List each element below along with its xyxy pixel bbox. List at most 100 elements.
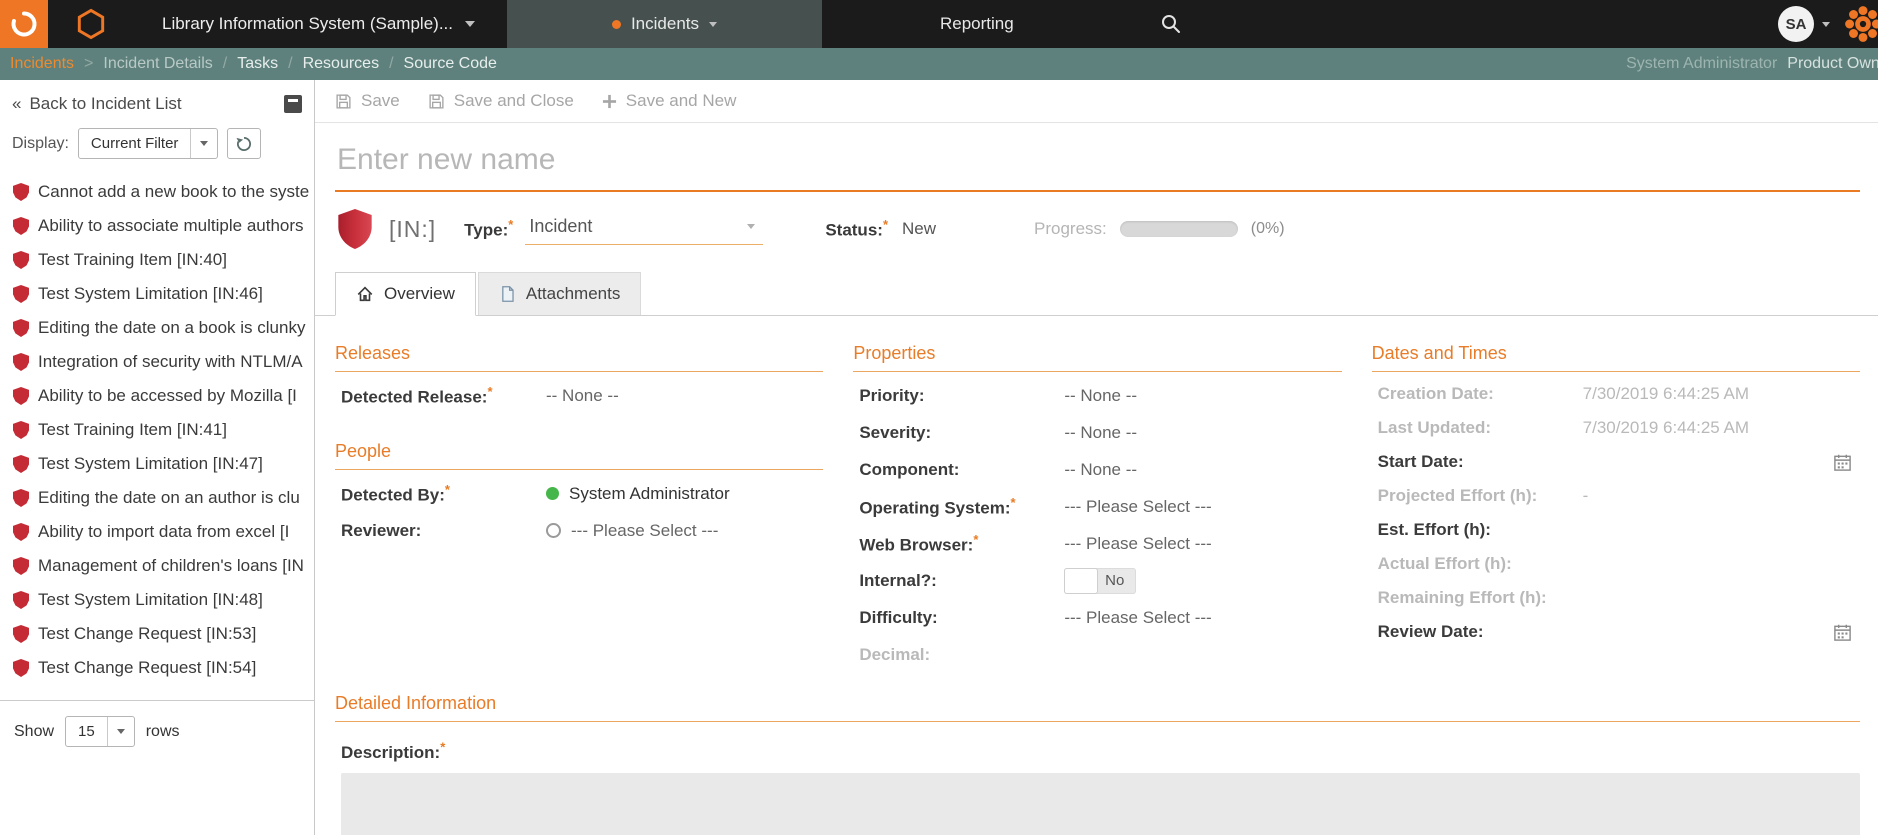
nav-incidents-label: Incidents bbox=[630, 14, 699, 33]
overview-form: Releases Detected Release:* -- None -- P… bbox=[315, 316, 1878, 673]
reviewer-value[interactable]: --- Please Select --- bbox=[546, 521, 718, 541]
app-logo[interactable] bbox=[0, 0, 48, 48]
incident-list-item[interactable]: Test Change Request [IN:53] bbox=[0, 617, 314, 651]
detected-release-value[interactable]: -- None -- bbox=[546, 386, 619, 406]
tab-overview[interactable]: Overview bbox=[335, 272, 476, 316]
app-window: Library Information System (Sample)... I… bbox=[0, 0, 1878, 835]
field-internal: Internal?: No bbox=[853, 562, 1341, 599]
avatar[interactable]: SA bbox=[1778, 6, 1814, 42]
field-priority: Priority: -- None -- bbox=[859, 385, 1138, 406]
filter-select[interactable]: Current Filter bbox=[77, 128, 219, 159]
incident-list-item[interactable]: Cannot add a new book to the syste bbox=[0, 175, 314, 209]
nav-reporting[interactable]: Reporting bbox=[940, 0, 1014, 48]
breadcrumb-incidents[interactable]: Incidents bbox=[10, 55, 74, 73]
required-marker: * bbox=[440, 739, 446, 754]
incident-icon bbox=[13, 557, 29, 575]
field-detected-by: Detected By:* System Administrator bbox=[341, 481, 730, 505]
section-dates: Dates and Times bbox=[1371, 343, 1860, 372]
incident-list-item[interactable]: Editing the date on a book is clunky bbox=[0, 311, 314, 345]
settings-gear-icon[interactable] bbox=[1844, 5, 1878, 43]
calendar-icon[interactable] bbox=[1833, 453, 1860, 472]
incident-list-item[interactable]: Ability to associate multiple authors bbox=[0, 209, 314, 243]
project-selector[interactable]: Library Information System (Sample)... bbox=[162, 14, 475, 34]
field-remaining-effort: Remaining Effort (h): bbox=[1377, 588, 1547, 607]
description-label: Description:* bbox=[341, 739, 446, 762]
incident-list-item[interactable]: Test System Limitation [IN:48] bbox=[0, 583, 314, 617]
severity-value[interactable]: -- None -- bbox=[1064, 423, 1137, 443]
radio-icon[interactable] bbox=[546, 523, 561, 538]
search-icon[interactable] bbox=[1159, 12, 1183, 36]
home-icon bbox=[357, 286, 373, 302]
field-reviewer: Reviewer: --- Please Select --- bbox=[341, 520, 719, 541]
calendar-icon[interactable] bbox=[1833, 623, 1860, 642]
incident-list-item[interactable]: Test Training Item [IN:41] bbox=[0, 413, 314, 447]
incident-list-item[interactable]: Ability to be accessed by Mozilla [I bbox=[0, 379, 314, 413]
toggle-knob bbox=[1064, 567, 1099, 594]
required-marker: * bbox=[508, 217, 514, 233]
incident-icon bbox=[13, 659, 29, 677]
refresh-button[interactable] bbox=[227, 128, 262, 159]
tab-bar: Overview Attachments bbox=[315, 272, 1878, 316]
breadcrumb-source-code[interactable]: Source Code bbox=[404, 55, 497, 73]
incident-list-item[interactable]: Test System Limitation [IN:46] bbox=[0, 277, 314, 311]
tab-attachments[interactable]: Attachments bbox=[477, 272, 642, 315]
save-and-close-button[interactable]: Save and Close bbox=[428, 91, 574, 111]
incident-icon bbox=[13, 183, 29, 201]
web-browser-value[interactable]: --- Please Select --- bbox=[1064, 534, 1211, 554]
display-filter-row: Display: Current Filter bbox=[0, 122, 314, 169]
internal-toggle[interactable]: No bbox=[1064, 567, 1137, 594]
breadcrumb: Incidents > Incident Details / Tasks / R… bbox=[0, 48, 1878, 80]
incident-list-item[interactable]: Test Change Request [IN:54] bbox=[0, 651, 314, 685]
toggle-label: No bbox=[1105, 572, 1125, 589]
field-creation-date: Creation Date: 7/30/2019 6:44:25 AM bbox=[1377, 384, 1750, 403]
type-label: Type:* bbox=[464, 217, 514, 240]
top-navbar: Library Information System (Sample)... I… bbox=[0, 0, 1878, 48]
required-marker: * bbox=[487, 383, 493, 399]
filter-select-value: Current Filter bbox=[90, 135, 179, 152]
progress-percent: (0%) bbox=[1250, 220, 1285, 237]
field-component: Component: -- None -- bbox=[859, 459, 1138, 480]
collapse-sidebar-icon[interactable] bbox=[284, 95, 302, 113]
incident-list-item[interactable]: Test Training Item [IN:40] bbox=[0, 243, 314, 277]
save-button[interactable]: Save bbox=[335, 91, 400, 111]
incident-list-item[interactable]: Management of children's loans [IN bbox=[0, 549, 314, 583]
detected-by-value[interactable]: System Administrator bbox=[546, 484, 730, 504]
description-editor[interactable] bbox=[341, 772, 1860, 835]
breadcrumb-tasks[interactable]: Tasks bbox=[237, 55, 278, 73]
incident-list-item[interactable]: Ability to import data from excel [I bbox=[0, 515, 314, 549]
incident-icon bbox=[13, 251, 29, 269]
role-primary: System Administrator bbox=[1626, 55, 1778, 72]
rows-select[interactable]: 15 bbox=[65, 716, 135, 747]
field-operating-system: Operating System:* --- Please Select --- bbox=[859, 494, 1212, 518]
user-menu[interactable]: SA bbox=[1778, 6, 1830, 42]
incident-list-item[interactable]: Integration of security with NTLM/A bbox=[0, 345, 314, 379]
incident-list-item[interactable]: Editing the date on an author is clu bbox=[0, 481, 314, 515]
type-select[interactable]: Incident bbox=[525, 214, 764, 245]
component-value[interactable]: -- None -- bbox=[1064, 460, 1137, 480]
required-marker: * bbox=[973, 531, 979, 547]
nav-incidents[interactable]: Incidents bbox=[506, 0, 822, 48]
incident-name-input[interactable] bbox=[335, 139, 1860, 192]
back-link-label: Back to Incident List bbox=[29, 94, 182, 113]
field-web-browser: Web Browser:* --- Please Select --- bbox=[859, 531, 1212, 555]
breadcrumb-incident-details[interactable]: Incident Details bbox=[103, 55, 212, 73]
section-detailed-information: Detailed Information bbox=[335, 693, 1860, 722]
back-to-incident-list-link[interactable]: « Back to Incident List bbox=[12, 94, 182, 114]
rows-per-page-row: Show 15 rows bbox=[0, 700, 314, 762]
creation-date-value: 7/30/2019 6:44:25 AM bbox=[1582, 384, 1750, 403]
priority-value[interactable]: -- None -- bbox=[1064, 386, 1137, 406]
product-hexagon-icon[interactable] bbox=[48, 8, 134, 40]
operating-system-value[interactable]: --- Please Select --- bbox=[1064, 497, 1211, 517]
breadcrumb-resources[interactable]: Resources bbox=[303, 55, 379, 73]
content-area: « Back to Incident List Display: Current… bbox=[0, 80, 1878, 835]
incident-list-item[interactable]: Test System Limitation [IN:47] bbox=[0, 447, 314, 481]
status-field: Status:* New bbox=[825, 217, 936, 241]
online-status-icon bbox=[546, 487, 559, 500]
role-secondary: Product Owner bbox=[1787, 55, 1878, 72]
type-select-value: Incident bbox=[529, 215, 593, 236]
incident-icon bbox=[13, 353, 29, 371]
difficulty-value[interactable]: --- Please Select --- bbox=[1064, 608, 1211, 628]
save-and-new-button[interactable]: Save and New bbox=[602, 91, 736, 111]
last-updated-value: 7/30/2019 6:44:25 AM bbox=[1582, 418, 1750, 437]
field-review-date: Review Date: bbox=[1372, 615, 1860, 649]
